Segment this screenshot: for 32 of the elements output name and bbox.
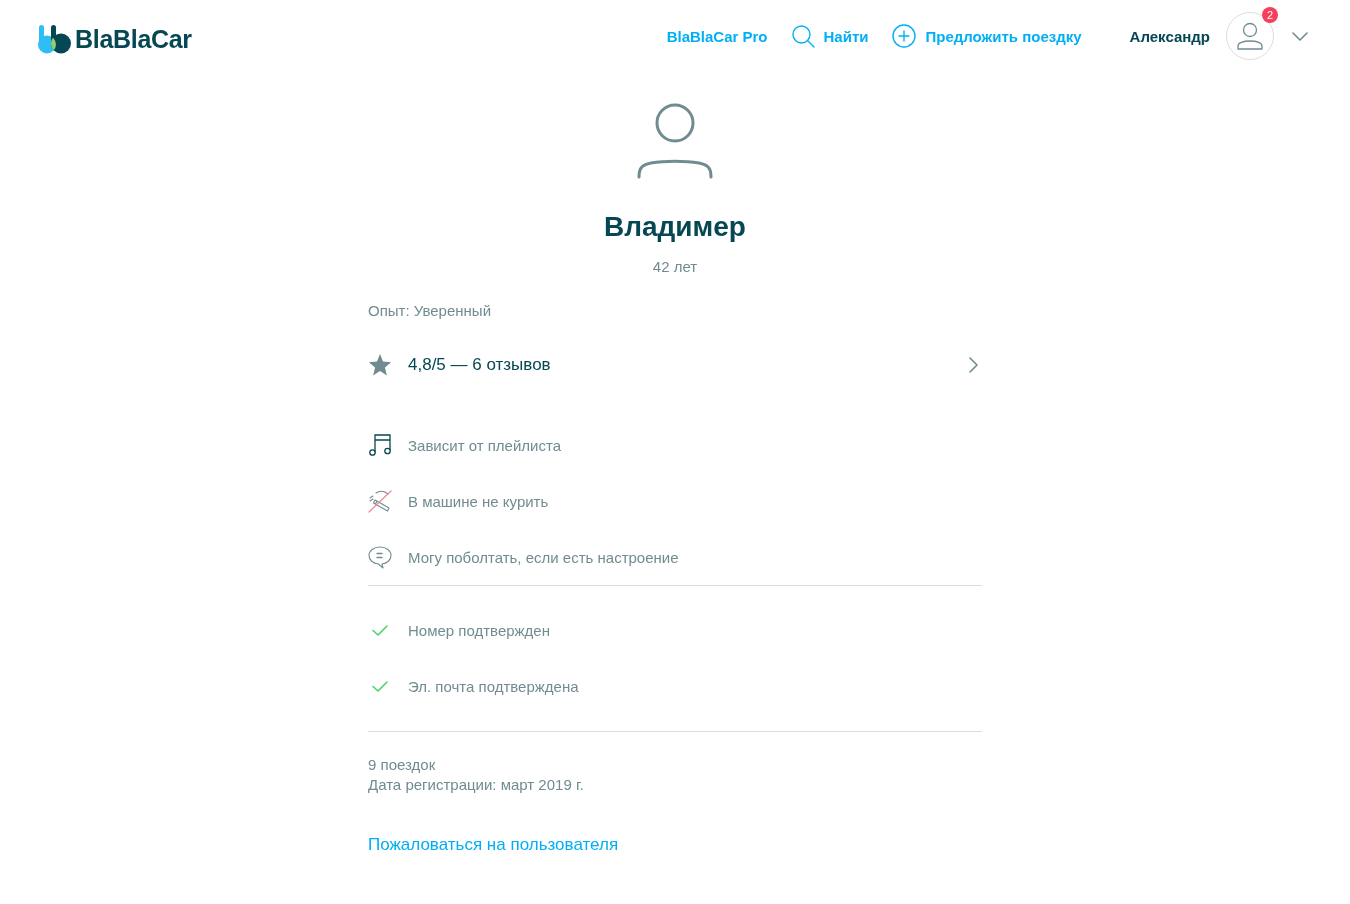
logo-icon	[38, 24, 72, 54]
user-name: Александр	[1129, 27, 1210, 45]
logo-link[interactable]: BlaBlaCar	[38, 24, 192, 54]
star-icon	[368, 353, 392, 377]
reviews-link[interactable]: 4,8/5 — 6 отзывов	[368, 337, 982, 393]
chevron-down-icon	[1292, 31, 1308, 41]
profile-name: Владимер	[604, 210, 746, 244]
notification-badge: 2	[1262, 7, 1278, 23]
profile-avatar-icon	[637, 103, 713, 179]
menu-dropdown-button[interactable]	[1292, 31, 1308, 41]
search-link[interactable]: Найти	[791, 24, 869, 48]
no-smoking-icon	[368, 489, 392, 513]
preference-text: Могу поболтать, если есть настроение	[408, 548, 679, 566]
chevron-right-icon	[969, 357, 978, 373]
experience-text: Опыт: Уверенный	[368, 301, 492, 321]
avatar-icon	[1237, 22, 1263, 50]
verification-text: Эл. почта подтверждена	[408, 677, 579, 695]
age-text: 42 лет	[652, 257, 698, 277]
stat-text: 9 поездок	[368, 755, 436, 775]
verification-text: Номер подтвержден	[408, 621, 550, 639]
plus-circle-icon	[892, 24, 917, 48]
preference-text: Зависит от плейлиста	[408, 436, 561, 454]
nav-link[interactable]: BlaBlaCar Pro	[666, 27, 768, 45]
search-icon	[791, 24, 815, 48]
chat-bubble-icon	[368, 545, 392, 569]
offer-ride-link[interactable]: Предложить поездку	[892, 24, 1082, 48]
report-user-link[interactable]: Пожаловаться на пользователя	[368, 833, 619, 857]
music-note-icon	[368, 433, 392, 457]
brand-name: BlaBlaCar	[75, 24, 192, 54]
preference-text: В машине не курить	[408, 492, 549, 510]
stat-text: Дата регистрации: март 2019 г.	[368, 775, 584, 795]
avatar-button[interactable]	[1226, 12, 1274, 60]
